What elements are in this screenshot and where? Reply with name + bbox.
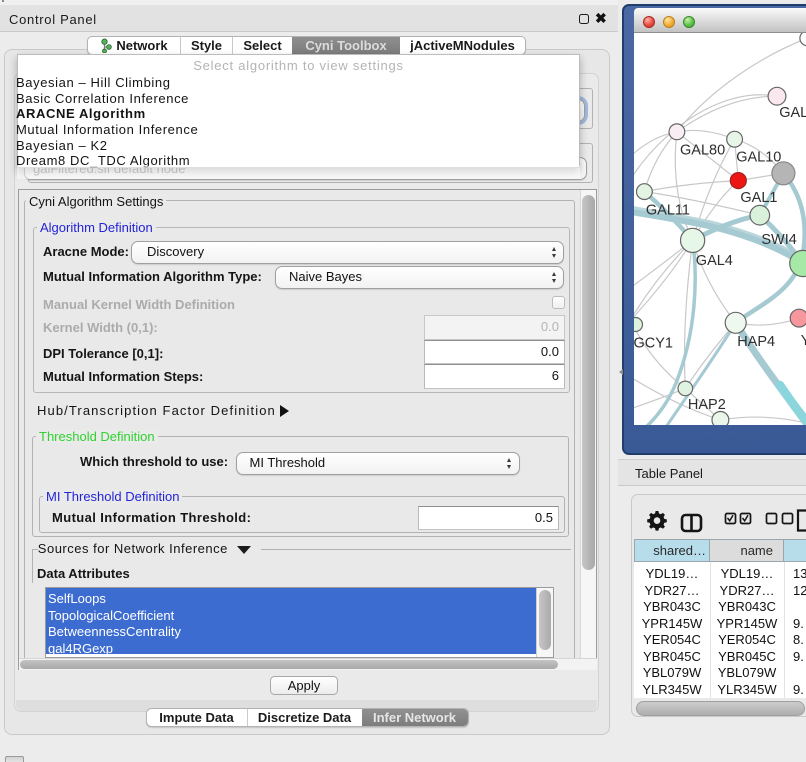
svg-text:SWI4: SWI4 <box>761 232 796 248</box>
svg-text:GAL10: GAL10 <box>736 149 781 165</box>
svg-text:GAL80: GAL80 <box>680 143 725 159</box>
svg-text:GAL4: GAL4 <box>696 253 733 269</box>
svg-text:GCY1: GCY1 <box>634 335 673 351</box>
svg-text:HAP4: HAP4 <box>737 334 775 350</box>
svg-text:GAL11: GAL11 <box>646 203 690 219</box>
svg-text:GAL1: GAL1 <box>740 190 777 206</box>
svg-text:GAL7: GAL7 <box>779 105 806 121</box>
svg-text:HAP2: HAP2 <box>688 397 726 413</box>
svg-text:Y: Y <box>801 333 806 349</box>
